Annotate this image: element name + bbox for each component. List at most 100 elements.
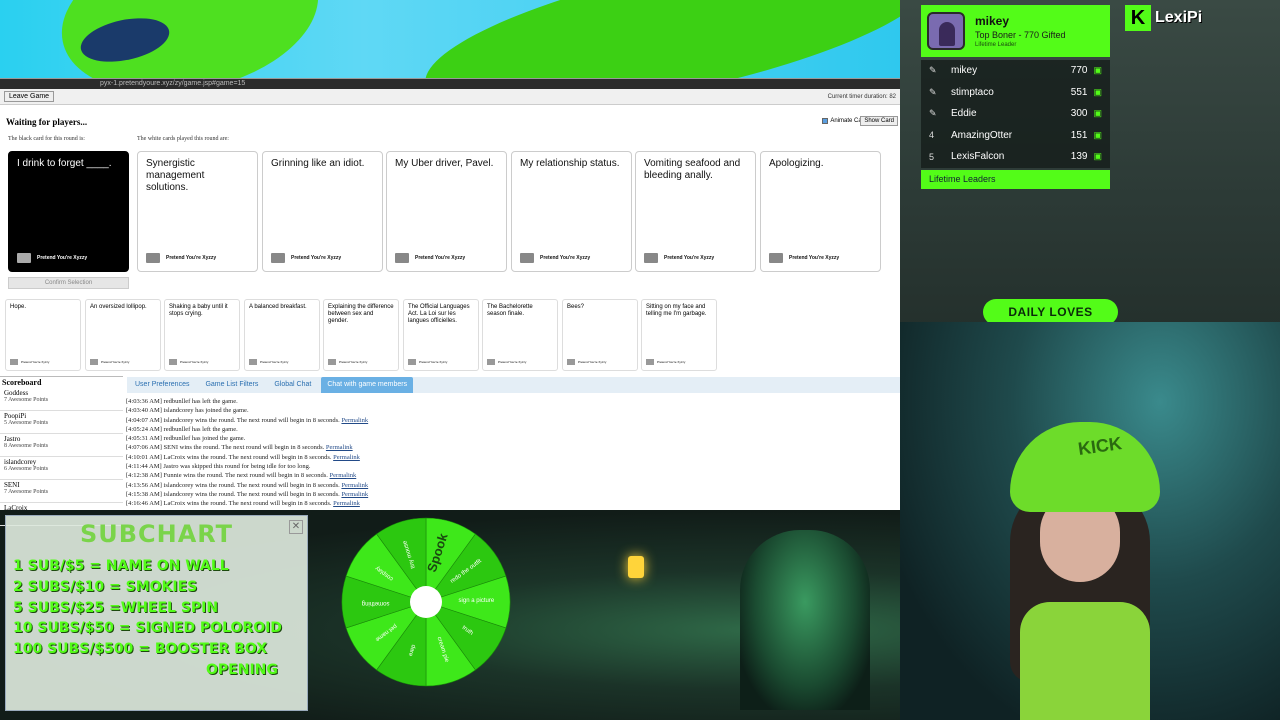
leaderboard-row: 4 AmazingOtter 151 ▣ bbox=[921, 124, 1110, 146]
url-bar[interactable]: pyx-1.pretendyoure.xyz/zy/game.jsp#game=… bbox=[0, 79, 900, 89]
played-card-text: My relationship status. bbox=[520, 158, 620, 169]
card-footer: Pretend You're Xyzzy bbox=[17, 253, 87, 263]
channel-name: LexiPi bbox=[1155, 9, 1203, 26]
chat-log: [4:03:36 AM] redbunllef has left the gam… bbox=[126, 397, 900, 511]
chat-message: [4:13:56 AM] islandcorey wins the round.… bbox=[126, 481, 369, 489]
played-card-text: My Uber driver, Pavel. bbox=[395, 158, 494, 169]
chat-message: [4:04:07 AM] islandcorey wins the round.… bbox=[126, 416, 369, 424]
subchart-line: 10 SUBS/$50 = SIGNED POLOROID bbox=[13, 620, 282, 637]
hand-card[interactable]: Sitting on my face and telling me I'm ga… bbox=[641, 299, 717, 371]
permalink-link[interactable]: Permalink bbox=[341, 417, 368, 424]
gift-icon: ▣ bbox=[1093, 151, 1102, 162]
played-card[interactable]: Vomiting seafood and bleeding anally. Pr… bbox=[635, 151, 756, 272]
played-card[interactable]: Apologizing. Pretend You're Xyzzy bbox=[760, 151, 881, 272]
hand-card[interactable]: The Official Languages Act. La Loi sur l… bbox=[403, 299, 479, 371]
chat-message: [4:16:46 AM] LaCroix wins the round. The… bbox=[126, 500, 360, 508]
scoreboard-title: Scoreboard bbox=[2, 378, 42, 387]
hand-card[interactable]: The Bachelorette season finale. Pretend Y… bbox=[482, 299, 558, 371]
permalink-link[interactable]: Permalink bbox=[330, 472, 357, 479]
confirm-selection-button[interactable]: Confirm Selection bbox=[8, 277, 129, 289]
avatar bbox=[927, 12, 965, 50]
chat-message: [4:12:38 AM] Funnie wins the round. The … bbox=[126, 472, 357, 480]
top-gifter-tag: Lifetime Leader bbox=[975, 42, 1017, 48]
streamer-hat: KICK bbox=[1010, 422, 1160, 512]
permalink-link[interactable]: Permalink bbox=[341, 482, 368, 489]
subchart-line: 100 SUBS/$500 = BOOSTER BOX bbox=[13, 641, 268, 658]
leaderboard-list: ✎ mikey 770 ▣ ✎ stimptaco 551 ▣ ✎ Eddie 300 ▣ 4 Am… bbox=[921, 60, 1110, 168]
scoreboard-row: islandcorey 6 Awesome Points bbox=[0, 457, 123, 480]
scoreboard-row: Goddess 7 Awesome Points bbox=[0, 388, 123, 411]
chat-message: [4:11:44 AM] Jastro was skipped this rou… bbox=[126, 463, 311, 471]
scoreboard-row: PoopiPi 5 Awesome Points bbox=[0, 411, 123, 434]
tab-game-list-filters[interactable]: Game List Filters bbox=[199, 377, 264, 393]
black-card-label: The black card for this round is: bbox=[8, 136, 85, 142]
close-icon[interactable]: ✕ bbox=[289, 520, 303, 534]
stream-layout: pyx-1.pretendyoure.xyz/zy/game.jsp#game=… bbox=[0, 0, 1280, 720]
permalink-link[interactable]: Permalink bbox=[333, 500, 360, 507]
show-card-button[interactable]: Show Card bbox=[860, 116, 898, 126]
tab-user-preferences[interactable]: User Preferences bbox=[129, 377, 195, 393]
streamer-top bbox=[1020, 602, 1150, 720]
scoreboard-row: SENI 7 Awesome Points bbox=[0, 480, 123, 503]
subchart-line: 5 SUBS/$25 =WHEEL SPIN bbox=[13, 599, 219, 616]
cards-logo-icon bbox=[169, 359, 177, 365]
prize-wheel: Spook redo the outfit sign a picture truth c… bbox=[340, 516, 512, 688]
played-card-text: Grinning like an idiot. bbox=[271, 158, 365, 169]
played-card[interactable]: My relationship status. Pretend You're X… bbox=[511, 151, 632, 272]
played-card-text: Synergistic management solutions. bbox=[146, 158, 205, 193]
played-card[interactable]: Grinning like an idiot. Pretend You're X… bbox=[262, 151, 383, 272]
black-card: I drink to forget ____. Pretend You're X… bbox=[8, 151, 129, 272]
played-card-text: Vomiting seafood and bleeding anally. bbox=[644, 158, 741, 181]
hand-card[interactable]: Explaining the difference between sex an… bbox=[323, 299, 399, 371]
tab-global-chat[interactable]: Global Chat bbox=[268, 377, 317, 393]
wheel-label: sign a picture bbox=[459, 598, 495, 604]
background-art-top bbox=[0, 0, 910, 80]
wheel-hub bbox=[410, 586, 442, 618]
wheel-label: something bbox=[362, 600, 390, 606]
game-toolbar: Leave Game Current timer duration: 82 bbox=[0, 89, 900, 105]
cards-logo-icon bbox=[271, 253, 285, 263]
chat-message: [4:05:24 AM] redbunllef has left the gam… bbox=[126, 425, 238, 433]
hand-card[interactable]: A balanced breakfast. Pretend You're Xyzz… bbox=[244, 299, 320, 371]
kick-channel-badge: K LexiPi bbox=[1125, 5, 1202, 31]
prize-wheel-graphic: Spook redo the outfitsign a picturetruthc… bbox=[341, 517, 511, 687]
leaderboard-footer: Lifetime Leaders bbox=[921, 170, 1110, 189]
hand-card[interactable]: Bees? Pretend You're Xyzzy bbox=[562, 299, 638, 371]
chat-tabs: User Preferences Game List Filters Globa… bbox=[127, 377, 900, 393]
cards-logo-icon bbox=[520, 253, 534, 263]
permalink-link[interactable]: Permalink bbox=[333, 454, 360, 461]
game-window: pyx-1.pretendyoure.xyz/zy/game.jsp#game=… bbox=[0, 78, 900, 526]
glowing-doorway bbox=[740, 530, 870, 710]
chat-message: [4:05:31 AM] redbunllef has joined the g… bbox=[126, 435, 246, 443]
permalink-link[interactable]: Permalink bbox=[341, 491, 368, 498]
chat-message: [4:03:40 AM] islandcorey has joined the … bbox=[126, 407, 249, 415]
leaderboard-row: ✎ mikey 770 ▣ bbox=[921, 60, 1110, 82]
leaderboard-row: ✎ Eddie 300 ▣ bbox=[921, 103, 1110, 125]
top-gifter-card: mikey Top Boner - 770 Gifted Lifetime Le… bbox=[921, 5, 1110, 57]
hand-card[interactable]: Shaking a baby until it stops crying. Pre… bbox=[164, 299, 240, 371]
chat-message: [4:07:06 AM] SENI wins the round. The ne… bbox=[126, 444, 353, 452]
trophy-icon: ✎ bbox=[929, 108, 937, 119]
cards-logo-icon bbox=[249, 359, 257, 365]
top-gifter-subtitle: Top Boner - 770 Gifted bbox=[975, 30, 1066, 40]
cards-logo-icon bbox=[395, 253, 409, 263]
cards-logo-icon bbox=[567, 359, 575, 365]
kick-logo-icon: K bbox=[1125, 5, 1151, 31]
hand-card[interactable]: Hope. Pretend You're Xyzzy bbox=[5, 299, 81, 371]
top-gifter-name: mikey bbox=[975, 14, 1010, 28]
gift-icon: ▣ bbox=[1093, 65, 1102, 76]
animate-cards-checkbox[interactable] bbox=[822, 118, 829, 124]
cards-logo-icon bbox=[769, 253, 783, 263]
subchart-title: SUBCHART bbox=[79, 520, 234, 548]
cards-logo-icon bbox=[646, 359, 654, 365]
leave-game-button[interactable]: Leave Game bbox=[4, 91, 55, 102]
played-card[interactable]: My Uber driver, Pavel. Pretend You're Xy… bbox=[386, 151, 507, 272]
played-card[interactable]: Synergistic management solutions. Preten… bbox=[137, 151, 258, 272]
permalink-link[interactable]: Permalink bbox=[326, 444, 353, 451]
hand-card[interactable]: An oversized lollipop. Pretend You're Xyz… bbox=[85, 299, 161, 371]
tab-chat-with-game-members[interactable]: Chat with game members bbox=[321, 377, 414, 393]
cards-logo-icon bbox=[408, 359, 416, 365]
gift-icon: ▣ bbox=[1093, 108, 1102, 119]
cards-logo-icon bbox=[17, 253, 31, 263]
white-card-label: The white cards played this round are: bbox=[137, 136, 229, 142]
